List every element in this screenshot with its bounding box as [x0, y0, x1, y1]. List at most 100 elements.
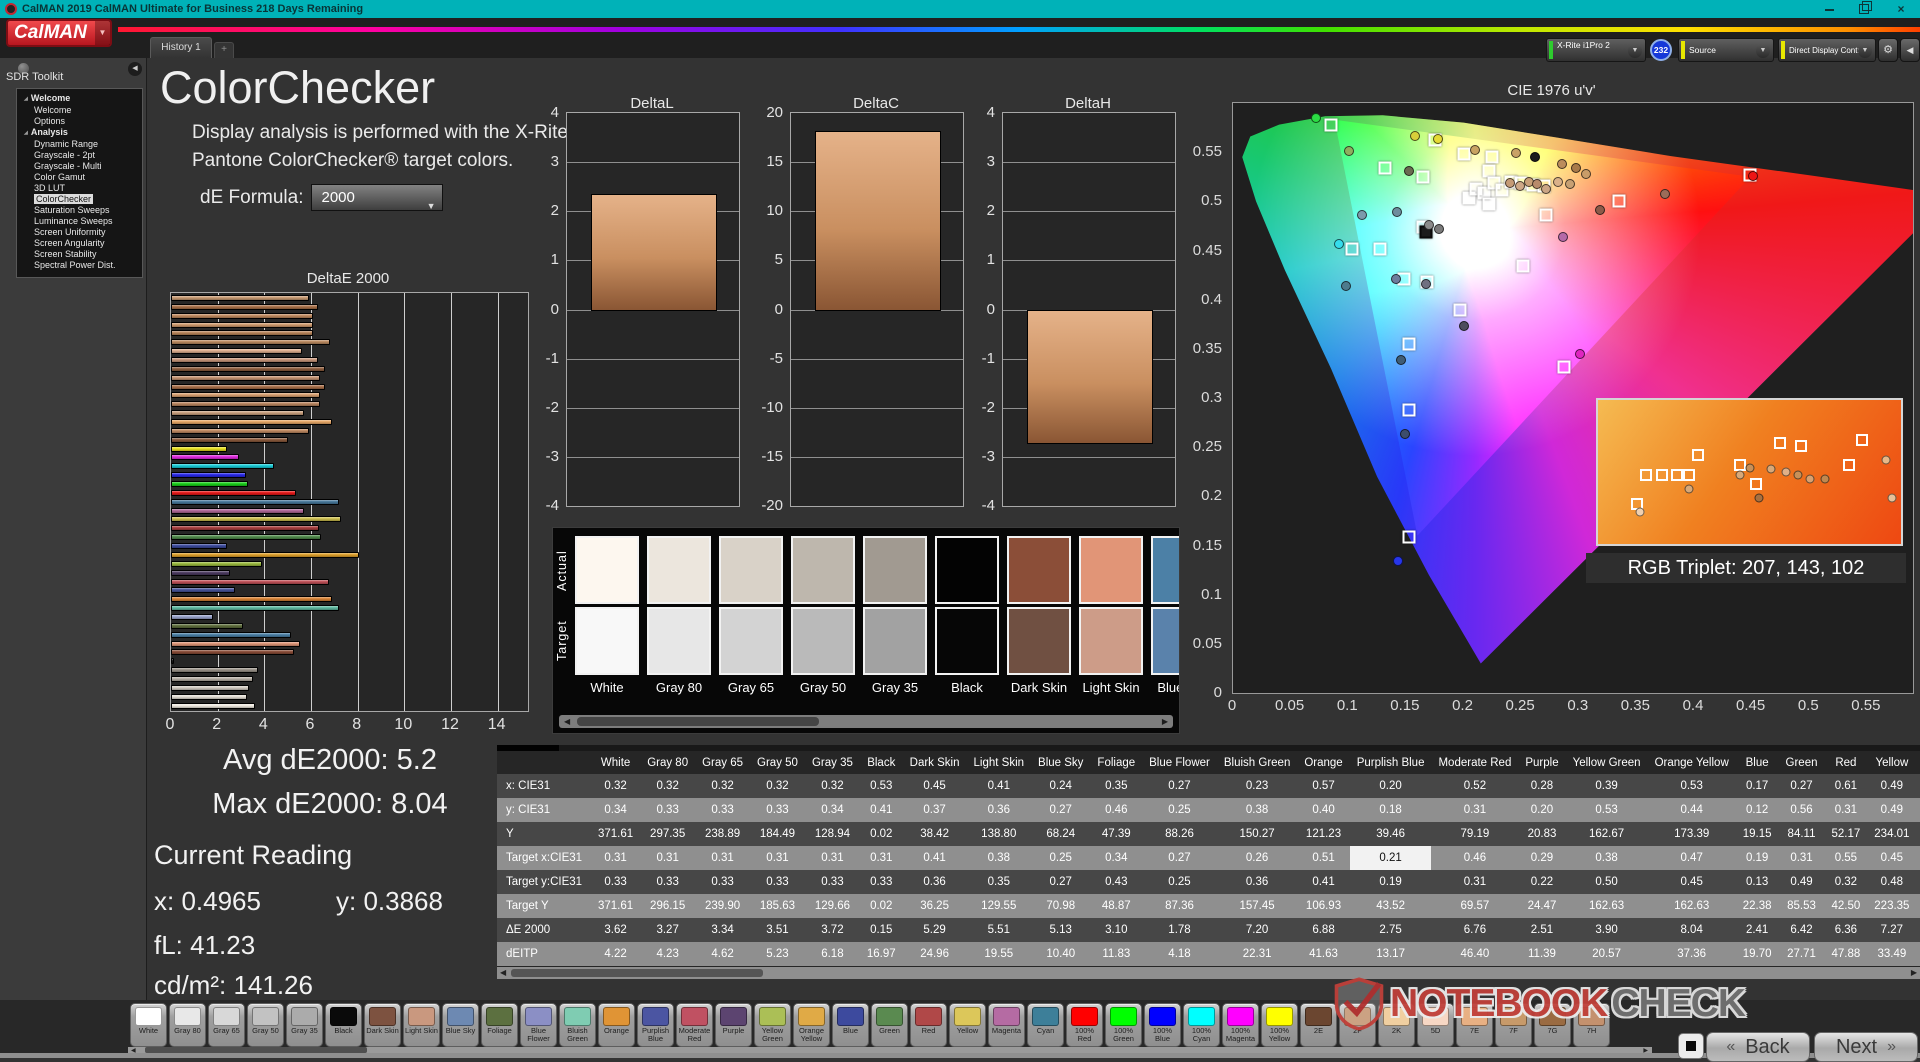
- cie-zoom-inset: [1596, 398, 1903, 546]
- sidebar-item-screen-angularity[interactable]: Screen Angularity: [17, 238, 142, 249]
- patch-button-orange[interactable]: Orange: [598, 1003, 635, 1047]
- patch-button-100-magenta[interactable]: 100% Magenta: [1222, 1003, 1259, 1047]
- swatch-target: [575, 607, 639, 675]
- sidebar-collapse-icon[interactable]: ◀: [128, 62, 142, 76]
- scroll-right-icon[interactable]: ▶: [1643, 1047, 1648, 1054]
- patch-button-foliage[interactable]: Foliage: [481, 1003, 518, 1047]
- table-cell: 162.67: [1588, 828, 1625, 840]
- patch-button-100-yellow[interactable]: 100% Yellow: [1261, 1003, 1298, 1047]
- patch-button-5d[interactable]: 5D: [1417, 1003, 1454, 1047]
- sidebar-item-screen-stability[interactable]: Screen Stability: [17, 249, 142, 260]
- patch-button-green[interactable]: Green: [871, 1003, 908, 1047]
- table-cell: 121.23: [1305, 828, 1342, 840]
- patch-button-2f[interactable]: 2F: [1339, 1003, 1376, 1047]
- patch-button-100-green[interactable]: 100% Green: [1105, 1003, 1142, 1047]
- patch-button-purple[interactable]: Purple: [715, 1003, 752, 1047]
- patch-label: Purplish Blue: [641, 1026, 670, 1043]
- bar-7g: [171, 383, 325, 390]
- table-cell: 0.20: [1379, 780, 1402, 792]
- patch-button-yellow[interactable]: Yellow: [949, 1003, 986, 1047]
- patch-button-gray-65[interactable]: Gray 65: [208, 1003, 245, 1047]
- gear-icon[interactable]: ⚙: [1878, 38, 1898, 62]
- calman-logo-menu[interactable]: CalMAN ▼: [6, 19, 112, 47]
- patch-button-moderate-red[interactable]: Moderate Red: [676, 1003, 713, 1047]
- patch-label: 5D: [1430, 1026, 1441, 1035]
- sidebar-item-welcome[interactable]: Welcome: [17, 93, 142, 105]
- patch-button-100-cyan[interactable]: 100% Cyan: [1183, 1003, 1220, 1047]
- close-button[interactable]: ×: [1890, 3, 1912, 16]
- sidebar-item-analysis[interactable]: Analysis: [17, 127, 142, 139]
- patch-button-dark-skin[interactable]: Dark Skin: [364, 1003, 401, 1047]
- scroll-right-icon[interactable]: ▶: [1162, 717, 1168, 726]
- patch-button-blue-flower[interactable]: Blue Flower: [520, 1003, 557, 1047]
- sidebar-item-dynamic-range[interactable]: Dynamic Range: [17, 139, 142, 150]
- patch-button-gray-80[interactable]: Gray 80: [169, 1003, 206, 1047]
- patch-button-cyan[interactable]: Cyan: [1027, 1003, 1064, 1047]
- patch-swatch: [213, 1007, 240, 1026]
- sidebar-item-spectral-power-dist[interactable]: Spectral Power Dist.: [17, 260, 142, 271]
- table-bottom-scrollbar[interactable]: ◀ ▶: [497, 967, 1920, 979]
- patch-button-blue-sky[interactable]: Blue Sky: [442, 1003, 479, 1047]
- patch-button-2k[interactable]: 2K: [1378, 1003, 1415, 1047]
- sidebar-item-grayscale-multi[interactable]: Grayscale - Multi: [17, 161, 142, 172]
- tab-history-1[interactable]: History 1: [150, 37, 212, 58]
- sidebar-item-3d-lut[interactable]: 3D LUT: [17, 183, 142, 194]
- patch-button-orange-yellow[interactable]: Orange Yellow: [793, 1003, 830, 1047]
- sidebar-item-luminance-sweeps[interactable]: Luminance Sweeps: [17, 216, 142, 227]
- restore-button[interactable]: [1853, 1, 1875, 16]
- patch-button-gray-35[interactable]: Gray 35: [286, 1003, 323, 1047]
- sidebar-item-options[interactable]: Options: [17, 116, 142, 127]
- sidebar-item-saturation-sweeps[interactable]: Saturation Sweeps: [17, 205, 142, 216]
- patch-button-100-red[interactable]: 100% Red: [1066, 1003, 1103, 1047]
- swatch-scrollbar[interactable]: ◀ ▶: [559, 715, 1173, 728]
- patch-button-7f[interactable]: 7F: [1495, 1003, 1532, 1047]
- sidebar-item-colorchecker[interactable]: ColorChecker: [17, 194, 142, 205]
- scroll-left-icon[interactable]: ◀: [500, 968, 506, 978]
- column-header-purple: Purple: [1525, 756, 1559, 769]
- patch-strip-scrollbar[interactable]: ◀ ▶: [128, 1047, 1652, 1054]
- scrollbar-thumb[interactable]: [511, 969, 763, 977]
- patch-button-light-skin[interactable]: Light Skin: [403, 1003, 440, 1047]
- stop-button[interactable]: [1678, 1033, 1704, 1059]
- axis-tick-label: 0.2: [1201, 487, 1222, 505]
- add-tab-button[interactable]: +: [214, 42, 234, 58]
- patch-button-2e[interactable]: 2E: [1300, 1003, 1337, 1047]
- display-control-dropdown[interactable]: Direct Display Control ▼: [1778, 38, 1876, 62]
- selected-cell[interactable]: 0.21: [1349, 846, 1432, 870]
- patch-button-red[interactable]: Red: [910, 1003, 947, 1047]
- sidebar: ◀ SDR Toolkit WelcomeWelcomeOptionsAnaly…: [0, 58, 147, 1002]
- scroll-left-icon[interactable]: ◀: [564, 717, 570, 726]
- patch-button-7h[interactable]: 7H: [1573, 1003, 1610, 1047]
- sidebar-item-grayscale-2pt[interactable]: Grayscale - 2pt: [17, 150, 142, 161]
- patch-button-blue[interactable]: Blue: [832, 1003, 869, 1047]
- patch-button-magenta[interactable]: Magenta: [988, 1003, 1025, 1047]
- scroll-left-icon[interactable]: ◀: [131, 1047, 136, 1054]
- table-cell: 0.28: [1530, 780, 1554, 792]
- scroll-right-icon[interactable]: ▶: [1911, 968, 1917, 978]
- table-cell: 4.22: [604, 948, 627, 960]
- table-cell: 6.76: [1463, 924, 1487, 936]
- bar-patch-45: [171, 312, 314, 319]
- measured-point: [1390, 273, 1401, 284]
- sidebar-item-color-gamut[interactable]: Color Gamut: [17, 172, 142, 183]
- patch-button-7g[interactable]: 7G: [1534, 1003, 1571, 1047]
- column-header-light-skin: Light Skin: [973, 756, 1025, 769]
- scrollbar-thumb[interactable]: [145, 1047, 367, 1053]
- patch-button-black[interactable]: Black: [325, 1003, 362, 1047]
- collapse-panel-icon[interactable]: ◀: [1900, 38, 1920, 62]
- patch-button-100-blue[interactable]: 100% Blue: [1144, 1003, 1181, 1047]
- sidebar-item-screen-uniformity[interactable]: Screen Uniformity: [17, 227, 142, 238]
- table-cell: 52.17: [1831, 828, 1861, 840]
- patch-button-yellow-green[interactable]: Yellow Green: [754, 1003, 791, 1047]
- patch-button-bluish-green[interactable]: Bluish Green: [559, 1003, 596, 1047]
- meter-dropdown[interactable]: X-Rite i1Pro 2 Direct View ▼: [1546, 38, 1646, 62]
- patch-button-7e[interactable]: 7E: [1456, 1003, 1493, 1047]
- patch-button-white[interactable]: White: [130, 1003, 167, 1047]
- source-dropdown[interactable]: Source ▼: [1678, 38, 1774, 62]
- sidebar-item-welcome[interactable]: Welcome: [17, 105, 142, 116]
- minimize-button[interactable]: [1818, 3, 1840, 16]
- patch-button-gray-50[interactable]: Gray 50: [247, 1003, 284, 1047]
- patch-button-purplish-blue[interactable]: Purplish Blue: [637, 1003, 674, 1047]
- scrollbar-thumb[interactable]: [577, 717, 819, 726]
- formula-dropdown[interactable]: 2000 ▼: [311, 184, 444, 211]
